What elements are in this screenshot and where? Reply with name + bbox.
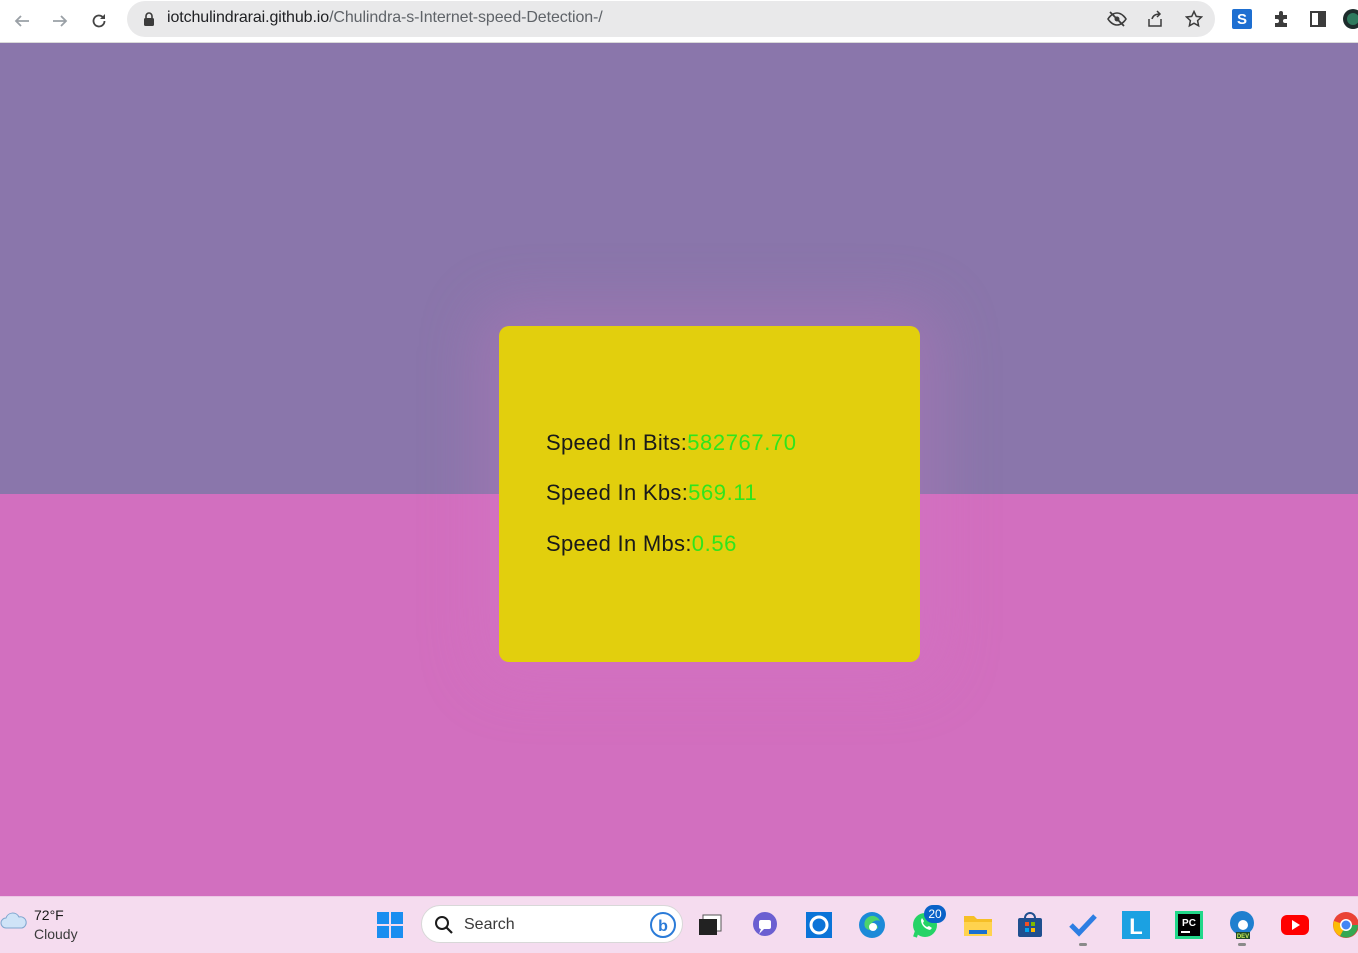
speed-bits-row: Speed In Bits:582767.70 xyxy=(546,430,797,456)
share-icon[interactable] xyxy=(1143,7,1167,31)
windows-start-icon[interactable] xyxy=(374,909,406,941)
speed-bits-value: 582767.70 xyxy=(687,430,796,455)
puzzle-extensions-icon[interactable] xyxy=(1268,6,1294,32)
page-viewport: Speed In Bits:582767.70 Speed In Kbs:569… xyxy=(0,43,1358,896)
l-app-icon[interactable]: L xyxy=(1120,909,1152,941)
address-bar[interactable]: iotchulindrarai.github.io/Chulindra-s-In… xyxy=(127,1,1215,37)
forward-icon[interactable] xyxy=(45,6,75,36)
cloud-icon[interactable] xyxy=(0,909,28,936)
windows-taskbar: 72°F Cloudy Search b 20 L PC xyxy=(0,896,1358,953)
teams-chat-icon[interactable] xyxy=(749,909,781,941)
profile-avatar-icon[interactable] xyxy=(1340,6,1358,32)
chrome-icon[interactable] xyxy=(1330,909,1358,941)
browser-toolbar: iotchulindrarai.github.io/Chulindra-s-In… xyxy=(0,0,1358,43)
cortana-icon[interactable] xyxy=(803,909,835,941)
microsoft-store-icon[interactable] xyxy=(1014,909,1046,941)
pycharm-icon[interactable]: PC xyxy=(1173,909,1205,941)
extension-s-icon[interactable]: S xyxy=(1229,6,1255,32)
task-view-icon[interactable] xyxy=(694,909,726,941)
url-path: /Chulindra-s-Internet-speed-Detection-/ xyxy=(329,9,603,26)
svg-text:b: b xyxy=(658,918,668,935)
whatsapp-notification-badge: 20 xyxy=(924,905,946,923)
svg-text:L: L xyxy=(1129,914,1142,939)
search-icon xyxy=(434,915,454,940)
lock-icon[interactable] xyxy=(137,7,161,31)
weather-temperature[interactable]: 72°F xyxy=(34,907,64,923)
todo-check-icon[interactable] xyxy=(1067,909,1099,941)
taskbar-search-box[interactable]: Search b xyxy=(421,905,683,943)
speed-card: Speed In Bits:582767.70 Speed In Kbs:569… xyxy=(499,326,920,662)
file-explorer-icon[interactable] xyxy=(962,909,994,941)
url-text[interactable]: iotchulindrarai.github.io/Chulindra-s-In… xyxy=(167,9,603,27)
running-indicator xyxy=(1079,943,1087,946)
speed-kbs-value: 569.11 xyxy=(688,480,757,505)
svg-text:DEV: DEV xyxy=(1237,934,1249,940)
running-indicator xyxy=(1238,943,1246,946)
speed-mbs-label: Speed In Mbs: xyxy=(546,531,692,556)
svg-text:PC: PC xyxy=(1182,918,1196,929)
speed-kbs-row: Speed In Kbs:569.11 xyxy=(546,480,757,506)
speed-mbs-row: Speed In Mbs:0.56 xyxy=(546,531,737,557)
eye-off-icon[interactable] xyxy=(1105,7,1129,31)
speed-kbs-label: Speed In Kbs: xyxy=(546,480,688,505)
svg-text:S: S xyxy=(1237,11,1247,28)
bing-icon[interactable]: b xyxy=(650,912,676,943)
youtube-icon[interactable] xyxy=(1279,909,1311,941)
edge-icon[interactable] xyxy=(856,909,888,941)
speed-bits-label: Speed In Bits: xyxy=(546,430,687,455)
back-icon[interactable] xyxy=(7,6,37,36)
edge-dev-icon[interactable]: DEV xyxy=(1226,909,1258,941)
weather-description[interactable]: Cloudy xyxy=(34,926,78,942)
speed-mbs-value: 0.56 xyxy=(692,531,737,556)
url-host: iotchulindrarai.github.io xyxy=(167,9,329,26)
reload-icon[interactable] xyxy=(84,6,114,36)
side-panel-icon[interactable] xyxy=(1305,6,1331,32)
search-placeholder: Search xyxy=(464,916,515,934)
bookmark-star-icon[interactable] xyxy=(1182,7,1206,31)
